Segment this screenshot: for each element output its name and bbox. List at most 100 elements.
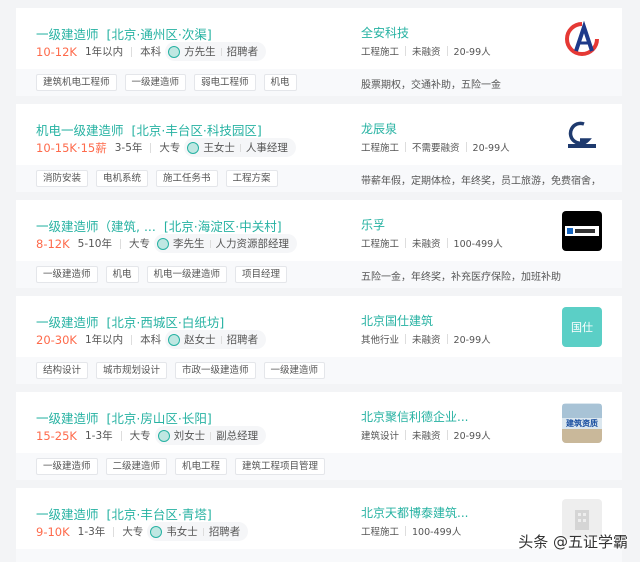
divider [405, 142, 407, 152]
company-name-link[interactable]: 龙辰泉 [361, 120, 397, 137]
company-logo[interactable] [562, 115, 602, 155]
company-industry: 工程施工 [361, 239, 400, 250]
company-funding: 未融资 [412, 239, 441, 250]
divider [131, 334, 133, 345]
recruiter-chip[interactable]: 李先生 人力资源部经理 [154, 234, 297, 253]
recruiter-chip[interactable]: 王女士 人事经理 [184, 138, 296, 157]
job-experience: 1年以内 [84, 334, 124, 346]
company-logo[interactable] [562, 211, 602, 251]
logo-graphic [562, 428, 602, 443]
recruiter-role: 招聘者 [208, 526, 241, 538]
company-meta: 建筑设计 未融资 20-99人 [361, 428, 491, 442]
job-title: 一级建造师 [36, 507, 99, 522]
skill-tag: 消防安装 [36, 170, 89, 187]
job-salary: 10-15K·15薪 [36, 140, 107, 155]
job-title-link[interactable]: 一级建造师 [北京·通州区·次渠] [36, 24, 212, 43]
job-card-footer: 一级建造师 二级建造师 机电工程 建筑工程项目管理 [16, 453, 622, 480]
recruiter-chip[interactable]: 方先生 招聘者 [165, 42, 267, 61]
job-title-link[interactable]: 一级建造师（建筑, ... [北京·海淀区·中关村] [36, 216, 282, 235]
skill-tag: 机电工程 [175, 458, 228, 475]
divider [405, 430, 407, 440]
company-logo[interactable]: 建筑资质 [562, 403, 602, 443]
job-education: 大专 [129, 430, 151, 442]
company-welfare: 股票期权，交通补助，五险一金 [361, 80, 501, 91]
job-title-link[interactable]: 一级建造师 [北京·房山区·长阳] [36, 408, 212, 427]
skill-tag: 一级建造师 [124, 74, 187, 91]
job-location: [北京·西城区·白纸坊] [106, 315, 225, 330]
job-title: 一级建造师 [36, 315, 99, 330]
recruiter-chip[interactable]: 赵女士 招聘者 [165, 330, 267, 349]
divider [209, 239, 211, 248]
divider [120, 430, 122, 441]
skill-tag: 电机系统 [96, 170, 149, 187]
company-name-link[interactable]: 北京天都博泰建筑... [361, 504, 468, 521]
company-industry: 工程施工 [361, 47, 400, 58]
company-size: 100-499人 [453, 239, 503, 250]
company-welfare: 带薪年假，定期体检，年终奖，员工旅游，免费宿舍，住... [361, 176, 601, 187]
company-logo[interactable] [562, 19, 602, 59]
job-meta: 9-10K 1-3年 大专 韦女士 招聘者 [36, 522, 249, 541]
skill-tag: 机电 [105, 266, 139, 283]
recruiter-role: 招聘者 [226, 334, 259, 346]
company-meta: 其他行业 未融资 20-99人 [361, 332, 491, 346]
divider [220, 335, 222, 344]
job-card[interactable]: 机电一级建造师 [北京·丰台区·科技园区] 10-15K·15薪 3-5年 大专 王女士人… [16, 104, 622, 192]
job-experience: 1-3年 [77, 526, 106, 538]
skill-tag: 一级建造师 [263, 362, 326, 379]
skill-tag: 建筑工程项目管理 [235, 458, 326, 475]
job-title-link[interactable]: 一级建造师 [北京·丰台区·青塔] [36, 504, 212, 523]
recruiter-chat-icon [168, 333, 181, 346]
company-industry: 建筑设计 [361, 431, 400, 442]
job-location: [北京·丰台区·青塔] [106, 507, 212, 522]
job-card-footer: 一级建造师 机电 机电一级建造师 项目经理 五险一金，年终奖，补充医疗保险，加班补助 [16, 261, 622, 288]
job-title-link[interactable]: 一级建造师 [北京·西城区·白纸坊] [36, 312, 224, 331]
recruiter-chat-icon [168, 45, 181, 58]
skill-tags: 结构设计 城市规划设计 市政一级建造师 一级建造师 [36, 362, 333, 379]
divider [131, 46, 133, 57]
recruiter-name: 赵女士 [184, 334, 216, 346]
divider [405, 46, 407, 56]
job-experience: 1-3年 [84, 430, 113, 442]
divider [150, 142, 152, 153]
job-salary: 9-10K [36, 524, 70, 539]
company-name-link[interactable]: 乐孚 [361, 216, 385, 233]
job-experience: 1年以内 [84, 46, 124, 58]
recruiter-name: 李先生 [173, 238, 205, 250]
company-meta: 工程施工 未融资 20-99人 [361, 44, 491, 58]
skill-tag: 一级建造师 [36, 266, 98, 283]
skill-tag: 机电 [263, 74, 297, 91]
job-card[interactable]: 一级建造师 [北京·西城区·白纸坊] 20-30K 1年以内 本科 赵女士 招聘者 北京国仕建… [16, 296, 622, 384]
job-card[interactable]: 一级建造师（建筑, ... [北京·海淀区·中关村] 8-12K 5-10年 大专 李先生… [16, 200, 622, 288]
divider [446, 334, 448, 344]
company-size: 100-499人 [412, 527, 462, 538]
skill-tag: 一级建造师 [36, 458, 98, 475]
company-logo[interactable]: 国仕 [562, 307, 602, 347]
company-name-link[interactable]: 北京聚信利德企业... [361, 408, 468, 425]
skill-tag: 城市规划设计 [96, 362, 168, 379]
job-salary: 10-12K [36, 44, 77, 59]
recruiter-name: 刘女士 [173, 430, 206, 442]
job-meta: 10-15K·15薪 3-5年 大专 王女士 人事经理 [36, 138, 296, 157]
job-salary: 8-12K [36, 236, 70, 251]
company-funding: 未融资 [412, 431, 441, 442]
recruiter-chat-icon [150, 525, 163, 538]
job-education: 大专 [159, 142, 181, 154]
watermark: 头条 @五证学霸 [518, 533, 628, 551]
job-location: [北京·通州区·次渠] [106, 27, 212, 42]
job-card[interactable]: 一级建造师 [北京·房山区·长阳] 15-25K 1-3年 大专 刘女士 副总经理 北京聚信利… [16, 392, 622, 480]
skill-tag: 机电一级建造师 [146, 266, 228, 283]
company-name-link[interactable]: 北京国仕建筑 [361, 312, 433, 329]
company-meta: 工程施工 不需要融资 20-99人 [361, 140, 510, 154]
job-education: 本科 [140, 46, 162, 58]
job-card[interactable]: 一级建造师 [北京·通州区·次渠] 10-12K 1年以内 本科 方先生 招聘者 全安科技 工程… [16, 8, 622, 96]
job-education: 本科 [140, 334, 162, 346]
job-title: 一级建造师（建筑, ... [36, 219, 156, 234]
job-meta: 8-12K 5-10年 大专 李先生 人力资源部经理 [36, 234, 297, 253]
company-meta: 工程施工 未融资 100-499人 [361, 236, 503, 250]
job-card-footer: 建筑机电工程师 一级建造师 弱电工程师 机电 股票期权，交通补助，五险一金 [16, 69, 622, 96]
recruiter-chip[interactable]: 刘女士 副总经理 [154, 426, 267, 445]
job-title-link[interactable]: 机电一级建造师 [北京·丰台区·科技园区] [36, 120, 262, 139]
company-name-link[interactable]: 全安科技 [361, 24, 409, 41]
recruiter-chip[interactable]: 韦女士 招聘者 [147, 522, 249, 541]
company-size: 20-99人 [453, 335, 491, 346]
